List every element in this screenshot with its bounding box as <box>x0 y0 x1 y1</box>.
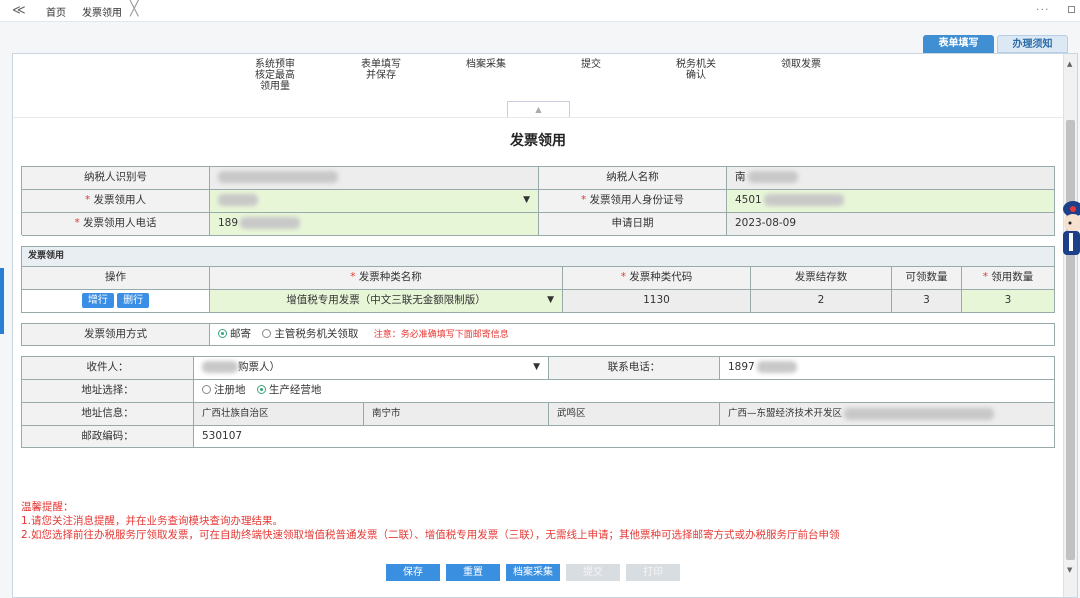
date-value: 2023-08-09 <box>727 213 1055 236</box>
radio-business-addr[interactable]: 生产经营地 <box>256 384 321 396</box>
maximize-icon[interactable] <box>1068 6 1075 13</box>
recipient-select[interactable]: 购票人） ▼ <box>194 357 549 380</box>
dropdown-arrow-icon: ▼ <box>523 195 530 205</box>
archive-button[interactable]: 档案采集 <box>506 564 560 581</box>
assistant-avatar-icon[interactable] <box>1057 195 1080 259</box>
tab-invoice-receive[interactable]: 发票领用 <box>82 4 122 19</box>
dropdown-arrow-icon: ▼ <box>547 295 554 305</box>
mail-phone-label: 联系电话： <box>549 357 720 380</box>
scroll-thumb[interactable] <box>1066 120 1075 560</box>
save-button[interactable]: 保存 <box>386 564 440 581</box>
city-field[interactable]: 南宁市 <box>364 403 549 426</box>
col-invoice-name: * 发票种类名称 <box>210 267 563 290</box>
dropdown-arrow-icon: ▼ <box>533 362 540 372</box>
tax-id-label: 纳税人识别号 <box>22 167 210 190</box>
invoice-code-value: 1130 <box>563 290 751 313</box>
mail-note: 注意：务必准确填写下面邮寄信息 <box>373 330 509 340</box>
addr-choice-label: 地址选择： <box>22 380 194 403</box>
scrollbar[interactable]: ▲ ▼ <box>1063 54 1077 597</box>
zip-label: 邮政编码： <box>22 426 194 448</box>
method-options: 邮寄 主管税务机关领取 注意：务必准确填写下面邮寄信息 <box>210 324 1055 346</box>
taxpayer-info-table: 纳税人识别号 纳税人名称 南 * 发票领用人 ▼ * 发票领用人身份证号 450… <box>21 166 1055 236</box>
step-fill-save: 表单填写 并保存 <box>361 59 401 81</box>
tips-line-2: 2.如您选择前往办税服务厅领取发票，可在自助终端快速领取增值税普通发票（二联）、… <box>21 529 840 541</box>
submit-button[interactable]: 提交 <box>566 564 620 581</box>
phone-label: * 发票领用人电话 <box>22 213 210 236</box>
step-receive: 领取发票 <box>781 59 821 70</box>
tab-form-fill[interactable]: 表单填写 <box>923 35 994 53</box>
id-input[interactable]: 4501 <box>727 190 1055 213</box>
close-tab-icon[interactable]: ╳ <box>130 1 138 17</box>
mail-info-table: 收件人： 购票人） ▼ 联系电话： 1897 地址选择： 注册地 生产经营地 地址… <box>21 356 1055 448</box>
invoice-grid: 操作 * 发票种类名称 * 发票种类代码 发票结存数 可领数量 * 领用数量 增… <box>21 267 1055 313</box>
print-button[interactable]: 打印 <box>626 564 680 581</box>
page-title: 发票领用 <box>510 133 566 149</box>
tab-home[interactable]: 首页 <box>46 4 66 19</box>
step-precheck: 系统预审 核定最高 领用量 <box>255 59 295 92</box>
step-tax-confirm: 税务机关 确认 <box>676 59 716 81</box>
top-tab-bar: ≪ 首页 发票领用 ╳ ··· <box>0 0 1080 22</box>
available-value: 3 <box>892 290 962 313</box>
addr-choice-options: 注册地 生产经营地 <box>194 380 1055 403</box>
col-invoice-code: * 发票种类代码 <box>563 267 751 290</box>
date-label: 申请日期 <box>539 213 727 236</box>
section-title: 发票领用 <box>21 246 1055 267</box>
more-icon[interactable]: ··· <box>1036 3 1050 16</box>
receiver-select[interactable]: ▼ <box>210 190 539 213</box>
tab-guide[interactable]: 办理须知 <box>997 35 1068 53</box>
scroll-up-icon[interactable]: ▲ <box>1067 60 1072 68</box>
receiver-label: * 发票领用人 <box>22 190 210 213</box>
tax-name-value: 南 <box>727 167 1055 190</box>
province-field[interactable]: 广西壮族自治区 <box>194 403 364 426</box>
invoice-type-select[interactable]: 增值税专用发票（中文三联无金额限制版） ▼ <box>210 290 563 313</box>
addr-info-label: 地址信息： <box>22 403 194 426</box>
col-available: 可领数量 <box>892 267 962 290</box>
col-stock: 发票结存数 <box>751 267 892 290</box>
recipient-label: 收件人： <box>22 357 194 380</box>
collapse-steps-icon[interactable]: ▲ <box>507 101 570 117</box>
step-submit: 提交 <box>581 59 601 70</box>
method-table: 发票领用方式 邮寄 主管税务机关领取 注意：务必准确填写下面邮寄信息 <box>21 323 1055 346</box>
process-steps: 系统预审 核定最高 领用量 表单填写 并保存 档案采集 提交 税务机关 确认 领取发票 … <box>13 54 1063 118</box>
radio-registered-addr[interactable]: 注册地 <box>202 384 246 396</box>
qty-input[interactable]: 3 <box>962 290 1055 313</box>
radio-tax-office[interactable]: 主管税务机关领取 <box>262 328 358 340</box>
main-frame: 系统预审 核定最高 领用量 表单填写 并保存 档案采集 提交 税务机关 确认 领取发票 … <box>12 53 1078 598</box>
col-operation: 操作 <box>22 267 210 290</box>
mail-phone-input[interactable]: 1897 <box>720 357 1055 380</box>
reset-button[interactable]: 重置 <box>446 564 500 581</box>
tips-line-1: 1.请您关注消息提醒，并在业务查询模块查询办理结果。 <box>21 515 284 527</box>
radio-mail[interactable]: 邮寄 <box>218 328 251 340</box>
id-label: * 发票领用人身份证号 <box>539 190 727 213</box>
phone-input[interactable]: 189 <box>210 213 539 236</box>
side-handle[interactable] <box>0 268 4 334</box>
delete-row-button[interactable]: 删行 <box>117 292 150 308</box>
method-label: 发票领用方式 <box>22 324 210 346</box>
tips-title: 温馨提醒： <box>21 501 74 513</box>
step-archive: 档案采集 <box>466 59 506 70</box>
collapse-nav-icon[interactable]: ≪ <box>12 3 26 18</box>
detail-addr-field[interactable]: 广西—东盟经济技术开发区 <box>720 403 1055 426</box>
table-row-ops: 增行 删行 <box>22 290 210 313</box>
tips-box: 温馨提醒： 1.请您关注消息提醒，并在业务查询模块查询办理结果。 2.如您选择前… <box>21 500 840 542</box>
district-field[interactable]: 武鸣区 <box>549 403 720 426</box>
zip-input[interactable]: 530107 <box>194 426 1055 448</box>
stock-value: 2 <box>751 290 892 313</box>
tax-id-value <box>210 167 539 190</box>
col-qty: * 领用数量 <box>962 267 1055 290</box>
add-row-button[interactable]: 增行 <box>81 292 114 308</box>
tax-name-label: 纳税人名称 <box>539 167 727 190</box>
scroll-down-icon[interactable]: ▼ <box>1067 566 1072 574</box>
